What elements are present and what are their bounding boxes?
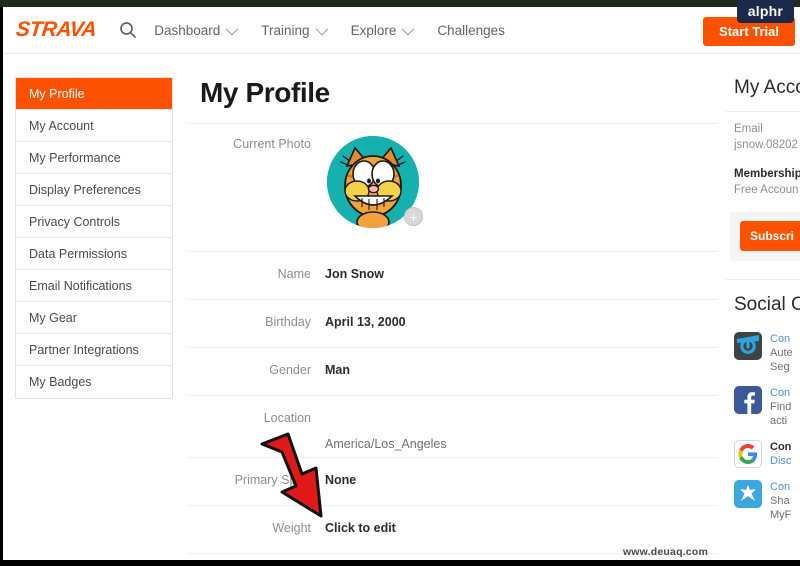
membership-value: Free Accoun <box>734 184 799 196</box>
field-label: Weight <box>272 521 311 535</box>
connection-text: Con Disc <box>770 440 791 468</box>
browser-bottom-chrome <box>0 560 800 566</box>
nav-item-label: Challenges <box>437 22 505 38</box>
profile-row-gender[interactable]: Gender Man <box>188 347 718 395</box>
sidebar-item-my-account[interactable]: My Account <box>16 110 172 142</box>
account-panel-title: My Acco <box>734 77 800 98</box>
membership-block: Membership Free Accoun <box>726 157 800 202</box>
sidebar-item-my-profile[interactable]: My Profile <box>16 78 172 110</box>
sidebar-item-email-notifications[interactable]: Email Notifications <box>16 270 172 302</box>
avatar[interactable]: + <box>327 136 423 228</box>
nav-item-challenges[interactable]: Challenges <box>437 23 505 38</box>
field-label: Gender <box>269 363 311 377</box>
search-icon[interactable] <box>118 20 138 40</box>
profile-row-birthday[interactable]: Birthday April 13, 2000 <box>188 299 718 347</box>
social-connections-title: Social C <box>734 294 800 315</box>
connection-desc-line2: Seg <box>770 361 790 373</box>
connection-desc-line1: Find <box>770 401 792 413</box>
strava-logo[interactable]: STRAVA <box>15 18 98 42</box>
alphr-watermark-badge: alphr <box>736 0 794 23</box>
nav-item-label: Dashboard <box>154 22 221 38</box>
connection-text: Con Find acti <box>770 386 791 428</box>
field-label: Birthday <box>265 315 311 329</box>
nav-item-training[interactable]: Training <box>261 22 328 38</box>
chevron-down-icon <box>225 22 239 35</box>
facebook-icon <box>734 386 762 414</box>
sidebar-item-my-performance[interactable]: My Performance <box>16 142 172 174</box>
nav-item-explore[interactable]: Explore <box>350 22 415 38</box>
social-connection-garmin[interactable]: Con Aute Seg <box>726 326 800 380</box>
nav-item-label: Training <box>261 22 310 38</box>
profile-main: My Profile Current Photo + Name Jon Snow… <box>188 55 718 559</box>
social-connection-facebook[interactable]: Con Find acti <box>726 380 800 434</box>
social-connection-myfitnesspal[interactable]: Con Sha MyF <box>726 474 800 528</box>
subscribe-card: Subscri <box>730 212 800 261</box>
profile-row-current-photo: Current Photo + <box>188 123 718 251</box>
field-value: America/Los_Angeles <box>325 437 447 451</box>
sidebar-item-privacy-controls[interactable]: Privacy Controls <box>16 206 172 238</box>
chevron-down-icon <box>315 22 328 35</box>
browser-top-chrome <box>0 0 800 7</box>
field-value-editable[interactable]: Click to edit <box>325 520 396 537</box>
google-icon <box>734 440 762 468</box>
connection-desc-line1[interactable]: Disc <box>770 454 791 468</box>
chevron-down-icon <box>401 22 415 35</box>
location-values: America/Los_Angeles <box>325 410 447 453</box>
profile-row-location[interactable]: Location America/Los_Angeles <box>188 395 718 457</box>
email-label: Email <box>734 123 763 135</box>
connect-link[interactable]: Con <box>770 332 793 346</box>
sidebar-item-my-gear[interactable]: My Gear <box>16 302 172 334</box>
connection-text: Con Sha MyF <box>770 480 791 522</box>
site-watermark: www.deuaq.com <box>622 546 708 558</box>
account-side-panel: My Acco Email jsnow.08202 Membership Fre… <box>726 55 800 528</box>
garmin-icon <box>734 332 762 360</box>
sidebar-item-my-badges[interactable]: My Badges <box>16 366 172 398</box>
field-label: Location <box>263 411 311 425</box>
nav-items: Dashboard Training Explore Challenges <box>154 22 531 38</box>
connection-desc-line2: acti <box>770 415 788 427</box>
global-navbar: STRAVA Dashboard Training Explore Challe… <box>3 7 800 54</box>
membership-label: Membership <box>734 168 800 180</box>
sidebar-item-display-preferences[interactable]: Display Preferences <box>16 174 172 206</box>
email-value: jsnow.08202 <box>734 139 798 151</box>
connection-desc-line2: MyF <box>770 509 792 521</box>
sidebar-item-data-permissions[interactable]: Data Permissions <box>16 238 172 270</box>
field-value: Man <box>325 363 350 377</box>
add-photo-icon[interactable]: + <box>404 207 423 226</box>
social-connection-google[interactable]: Con Disc <box>726 434 800 474</box>
subscribe-button[interactable]: Subscri <box>740 221 800 251</box>
field-label: Name <box>277 267 311 281</box>
page-body: My Profile My Account My Performance Dis… <box>3 55 800 560</box>
connect-link[interactable]: Con <box>770 386 791 400</box>
connection-desc-line1: Sha <box>770 495 790 507</box>
field-value: None <box>325 473 357 487</box>
email-block: Email jsnow.08202 <box>726 112 800 157</box>
connect-link[interactable]: Con <box>770 440 791 454</box>
page-title: My Profile <box>200 77 330 108</box>
profile-row-name[interactable]: Name Jon Snow <box>188 251 718 299</box>
myfitnesspal-icon <box>734 480 762 508</box>
nav-item-label: Explore <box>350 22 397 38</box>
field-label: Primary Sport <box>234 473 311 487</box>
nav-item-dashboard[interactable]: Dashboard <box>154 22 239 38</box>
settings-sidebar: My Profile My Account My Performance Dis… <box>15 77 173 399</box>
sidebar-item-partner-integrations[interactable]: Partner Integrations <box>16 334 172 366</box>
connection-text: Con Aute Seg <box>770 332 793 374</box>
connection-desc-line1: Aute <box>770 347 793 359</box>
connect-link[interactable]: Con <box>770 480 791 494</box>
field-value: April 13, 2000 <box>325 315 406 329</box>
field-label: Current Photo <box>233 137 311 151</box>
profile-row-primary-sport[interactable]: Primary Sport None <box>188 457 718 505</box>
screenshot-root: STRAVA Dashboard Training Explore Challe… <box>0 0 800 566</box>
field-value: Jon Snow <box>325 267 385 281</box>
